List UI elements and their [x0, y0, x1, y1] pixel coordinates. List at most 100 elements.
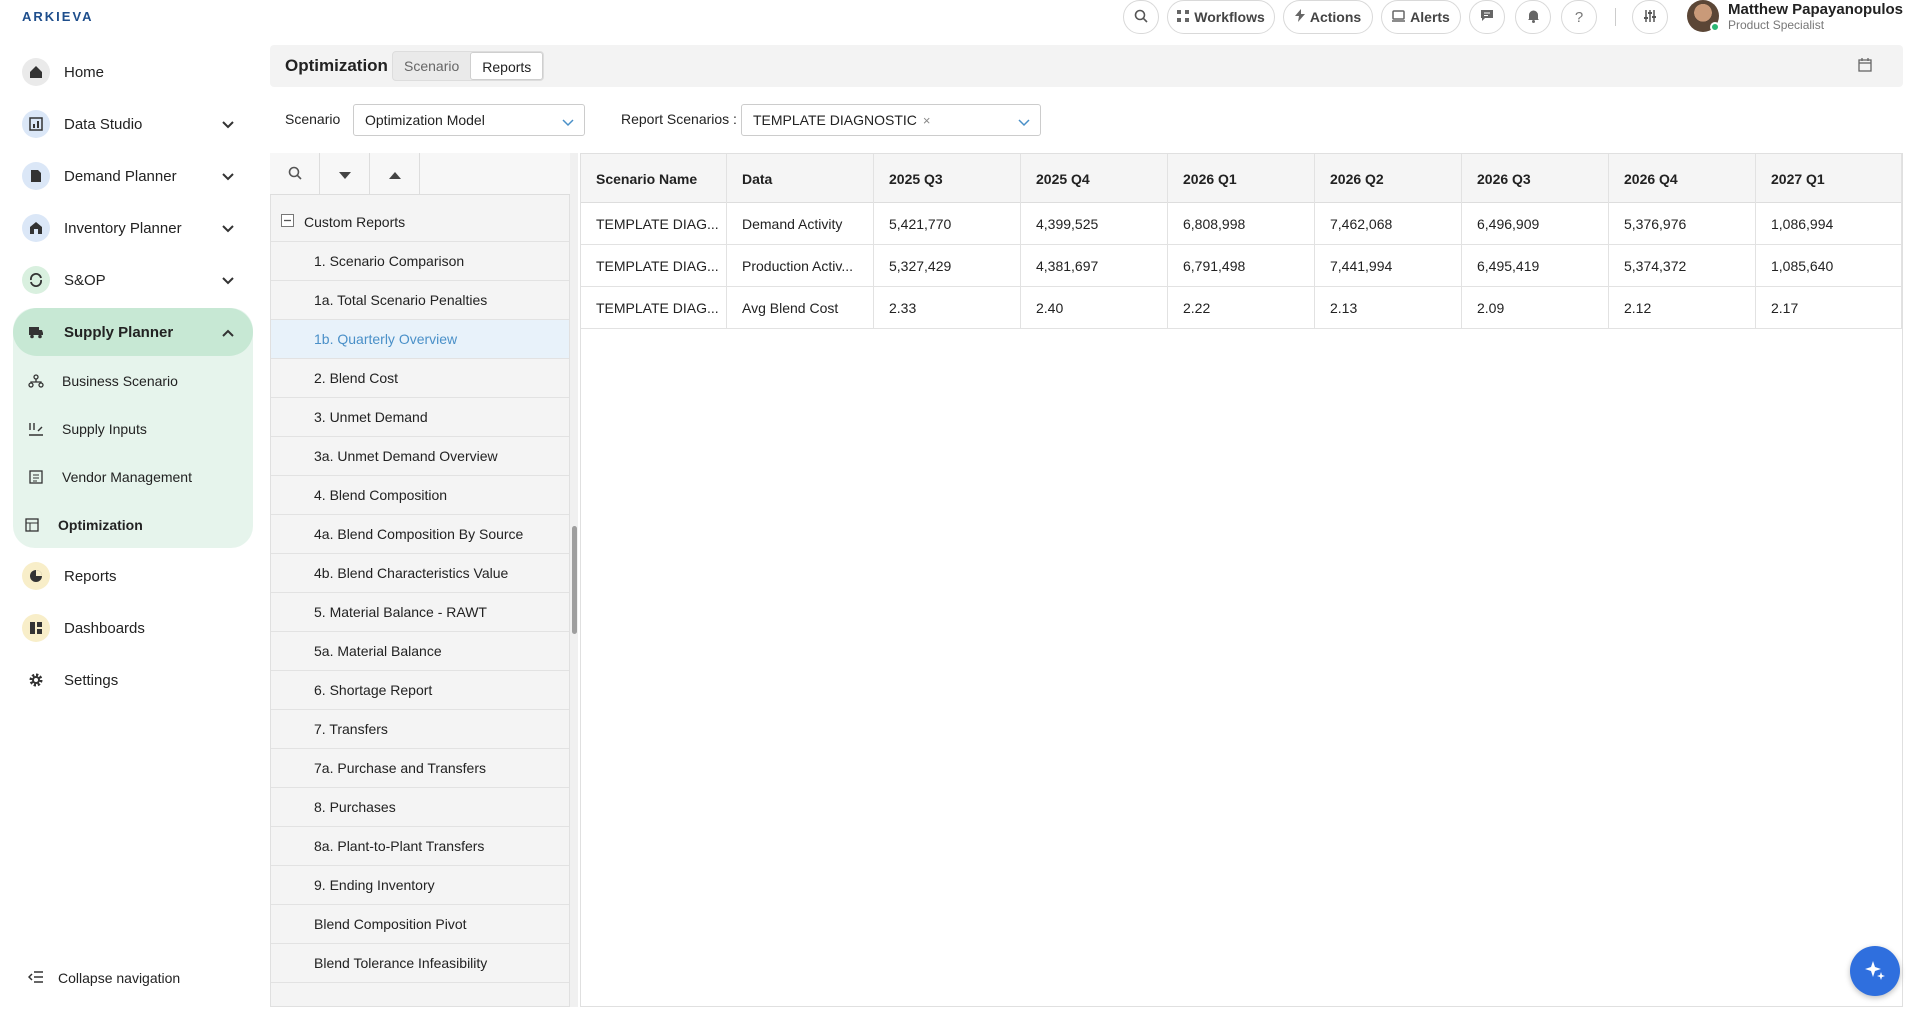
column-header[interactable]: 2025 Q3 [874, 154, 1021, 203]
inventory-planner-icon [22, 214, 50, 242]
grid-cell[interactable]: 5,327,429 [874, 245, 1021, 287]
grid-cell[interactable]: 6,808,998 [1168, 203, 1315, 245]
grid-cell[interactable]: 2.09 [1462, 287, 1609, 329]
report-list-item[interactable]: 1a. Total Scenario Penalties [271, 281, 569, 320]
column-header[interactable]: 2026 Q4 [1609, 154, 1756, 203]
report-list-item-label: Blend Tolerance Infeasibility [314, 955, 488, 971]
grid-cell[interactable]: 2.17 [1756, 287, 1902, 329]
collapse-icon [27, 970, 44, 986]
report-list-item[interactable]: 7a. Purchase and Transfers [271, 749, 569, 788]
report-list-item[interactable]: 9. Ending Inventory [271, 866, 569, 905]
report-group-custom-reports[interactable]: Custom Reports [271, 203, 569, 242]
report-list-item[interactable]: 5. Material Balance - RAWT [271, 593, 569, 632]
grid-cell[interactable]: TEMPLATE DIAG... [581, 287, 727, 329]
sidebar-item-settings[interactable]: Settings [14, 658, 252, 702]
list-search-button[interactable] [270, 153, 320, 195]
report-list-scroll-thumb[interactable] [572, 526, 577, 634]
column-header[interactable]: 2027 Q1 [1756, 154, 1902, 203]
sidebar-subitem-business-scenario[interactable]: Business Scenario [28, 366, 178, 396]
grid-cell[interactable]: 1,085,640 [1756, 245, 1902, 287]
grid-cell[interactable]: TEMPLATE DIAG... [581, 203, 727, 245]
grid-cell[interactable]: 6,791,498 [1168, 245, 1315, 287]
tab-reports[interactable]: Reports [470, 52, 544, 80]
report-list-item[interactable]: 1. Scenario Comparison [271, 242, 569, 281]
report-list-item[interactable]: 6. Shortage Report [271, 671, 569, 710]
grid-cell[interactable]: Demand Activity [727, 203, 874, 245]
grid-cell[interactable]: 2.40 [1021, 287, 1168, 329]
grid-cell[interactable]: 7,462,068 [1315, 203, 1462, 245]
report-list-item[interactable]: Blend Tolerance Infeasibility [271, 944, 569, 983]
grid-cell[interactable]: 2.22 [1168, 287, 1315, 329]
report-list-item[interactable]: 5a. Material Balance [271, 632, 569, 671]
report-list-item[interactable]: 4a. Blend Composition By Source [271, 515, 569, 554]
supply-inputs-icon [28, 421, 44, 437]
report-list-item[interactable]: 4. Blend Composition [271, 476, 569, 515]
search-button[interactable] [1123, 0, 1159, 34]
grid-cell[interactable]: 2.12 [1609, 287, 1756, 329]
grid-cell[interactable]: 7,441,994 [1315, 245, 1462, 287]
column-header[interactable]: 2026 Q3 [1462, 154, 1609, 203]
workflows-button[interactable]: Workflows [1167, 0, 1275, 34]
report-list-item[interactable]: 8a. Plant-to-Plant Transfers [271, 827, 569, 866]
ai-assistant-button[interactable] [1850, 946, 1900, 996]
grid-cell[interactable]: 6,495,419 [1462, 245, 1609, 287]
notifications-button[interactable] [1515, 0, 1551, 34]
chat-button[interactable] [1469, 0, 1505, 34]
alerts-button[interactable]: Alerts [1381, 0, 1461, 34]
column-header[interactable]: 2026 Q1 [1168, 154, 1315, 203]
home-icon [22, 58, 50, 86]
sidebar-item-dashboards[interactable]: Dashboards [14, 606, 252, 650]
scenario-select[interactable]: Optimization Model [353, 104, 585, 136]
actions-button[interactable]: Actions [1283, 0, 1373, 34]
grid-cell[interactable]: 5,374,372 [1609, 245, 1756, 287]
settings-sliders-button[interactable] [1632, 0, 1668, 34]
report-list-item[interactable]: 7. Transfers [271, 710, 569, 749]
report-list-item[interactable]: 8. Purchases [271, 788, 569, 827]
grid-cell[interactable]: Avg Blend Cost [727, 287, 874, 329]
actions-label: Actions [1309, 9, 1362, 25]
grid-cell[interactable]: 1,086,994 [1756, 203, 1902, 245]
sidebar-item-demand-planner[interactable]: Demand Planner [14, 154, 252, 198]
sidebar-subitem-vendor-management[interactable]: Vendor Management [28, 462, 192, 492]
topbar-divider [1615, 8, 1616, 26]
calendar-icon[interactable] [1858, 58, 1872, 75]
grid-cell[interactable]: 5,376,976 [1609, 203, 1756, 245]
sidebar-item-reports[interactable]: Reports [14, 554, 252, 598]
collapse-navigation-button[interactable]: Collapse navigation [27, 970, 180, 986]
report-list-item[interactable]: 3a. Unmet Demand Overview [271, 437, 569, 476]
column-header[interactable]: Data [727, 154, 874, 203]
search-icon [288, 166, 302, 183]
sidebar-item-supply-planner[interactable]: Supply Planner [14, 310, 252, 354]
collapse-all-button[interactable] [370, 153, 420, 195]
column-header[interactable]: 2026 Q2 [1315, 154, 1462, 203]
report-list-item-label: 1a. Total Scenario Penalties [314, 292, 488, 308]
grid-cell[interactable]: Production Activ... [727, 245, 874, 287]
tab-scenario[interactable]: Scenario [393, 52, 470, 80]
sidebar-item-inventory-planner[interactable]: Inventory Planner [14, 206, 252, 250]
report-list-item[interactable]: 4b. Blend Characteristics Value [271, 554, 569, 593]
report-scenarios-select[interactable]: TEMPLATE DIAGNOSTIC × [741, 104, 1041, 136]
grid-cell[interactable]: TEMPLATE DIAG... [581, 245, 727, 287]
column-header[interactable]: Scenario Name [581, 154, 727, 203]
grid-cell[interactable]: 4,399,525 [1021, 203, 1168, 245]
scenario-label: Scenario [285, 111, 341, 127]
sidebar-subitem-supply-inputs[interactable]: Supply Inputs [28, 414, 147, 444]
report-list-item-label: 4. Blend Composition [314, 487, 448, 503]
report-list-item[interactable]: 3. Unmet Demand [271, 398, 569, 437]
grid-cell[interactable]: 6,496,909 [1462, 203, 1609, 245]
grid-cell[interactable]: 4,381,697 [1021, 245, 1168, 287]
sidebar-item-home[interactable]: Home [14, 50, 252, 94]
sidebar-subitem-optimization[interactable]: Optimization [24, 510, 143, 540]
grid-cell[interactable]: 2.33 [874, 287, 1021, 329]
report-list-item[interactable]: 2. Blend Cost [271, 359, 569, 398]
chip-remove-icon[interactable]: × [923, 113, 931, 128]
grid-cell[interactable]: 2.13 [1315, 287, 1462, 329]
help-button[interactable]: ? [1561, 0, 1597, 34]
sidebar-item-sop[interactable]: S&OP [14, 258, 252, 302]
column-header[interactable]: 2025 Q4 [1021, 154, 1168, 203]
grid-cell[interactable]: 5,421,770 [874, 203, 1021, 245]
expand-all-button[interactable] [320, 153, 370, 195]
report-list-item[interactable]: Blend Composition Pivot [271, 905, 569, 944]
sidebar-item-data-studio[interactable]: Data Studio [14, 102, 252, 146]
report-list-item[interactable]: 1b. Quarterly Overview [271, 320, 569, 359]
